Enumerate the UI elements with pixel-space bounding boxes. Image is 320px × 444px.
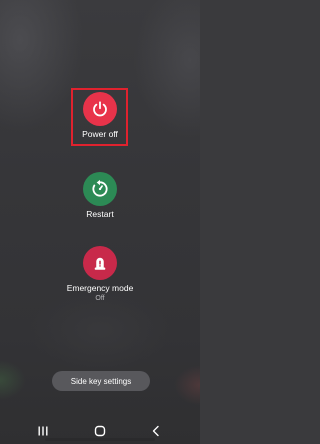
emergency-mode-option[interactable]: Emergency mode Off [0, 242, 200, 303]
restart-icon [92, 179, 108, 197]
power-off-button[interactable] [83, 92, 117, 126]
emergency-mode-button[interactable] [83, 246, 117, 280]
home-icon [94, 425, 106, 437]
background-tint-right [174, 365, 200, 405]
emergency-mode-status: Off [95, 295, 105, 302]
emergency-beacon-icon [94, 257, 106, 270]
back-icon [152, 425, 159, 437]
restart-option[interactable]: Restart [0, 168, 200, 220]
recents-icon [38, 426, 48, 436]
background-tint-left [0, 360, 26, 400]
power-off-option[interactable]: Power off [0, 88, 200, 140]
side-key-settings-button[interactable]: Side key settings [52, 371, 150, 391]
restart-label: Restart [86, 209, 114, 219]
emergency-mode-label: Emergency mode [66, 283, 134, 293]
power-off-label: Power off [82, 129, 118, 139]
gesture-handle [45, 438, 155, 441]
restart-button[interactable] [83, 172, 117, 206]
side-key-settings-label: Side key settings [70, 376, 132, 386]
power-icon [93, 101, 107, 117]
